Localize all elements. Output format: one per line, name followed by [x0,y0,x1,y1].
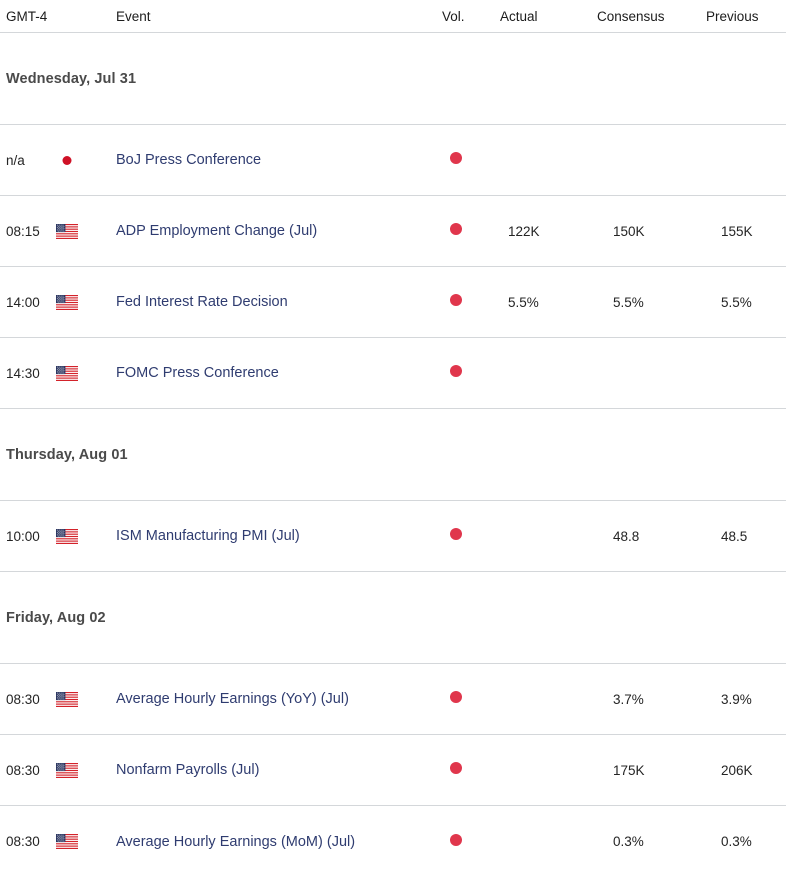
volatility-dot-icon [450,294,462,306]
event-time: 08:30 [6,762,40,778]
event-time: n/a [6,152,25,168]
calendar-body: Wednesday, Jul 31 n/a BoJ Press Conferenc… [0,33,786,877]
usa-flag-icon [56,691,78,707]
volatility-cell [440,151,496,169]
previous-value: 155K [721,223,753,239]
usa-flag-icon [56,834,78,849]
column-header-event: Event [116,8,151,24]
volatility-cell [440,222,496,240]
date-label: Thursday, Aug 01 [6,446,128,463]
country-flag-cell [56,528,110,544]
event-name-link[interactable]: ISM Manufacturing PMI (Jul) [110,528,440,544]
volatility-dot-icon [450,762,462,774]
column-header-previous: Previous [706,8,759,24]
country-flag-cell [56,294,110,310]
country-flag-cell [56,152,110,168]
calendar-header-row: GMT-4 Event Vol. Actual Consensus Previo… [0,0,786,33]
event-name-link[interactable]: Average Hourly Earnings (MoM) (Jul) [110,834,440,850]
previous-value: 48.5 [721,528,748,544]
event-time: 14:30 [6,365,40,381]
table-row[interactable]: 14:00 Fed Interest Rate Decision 5.5% 5.… [0,267,786,338]
column-header-consensus: Consensus [597,8,665,24]
volatility-dot-icon [450,833,462,846]
volatility-dot-icon [450,152,462,164]
volatility-cell [440,761,496,779]
date-section-header: Wednesday, Jul 31 [0,33,786,125]
table-row[interactable]: 08:15 ADP Employment Change (Jul) 122K 1… [0,196,786,267]
event-time: 08:30 [6,834,40,849]
japan-flag-icon [56,152,78,168]
date-label: Wednesday, Jul 31 [6,70,137,87]
country-flag-cell [56,762,110,778]
volatility-cell [440,293,496,311]
volatility-cell [440,690,496,708]
event-name-link[interactable]: FOMC Press Conference [110,365,440,381]
consensus-value: 5.5% [613,294,644,310]
country-flag-cell [56,223,110,239]
table-row[interactable]: 08:30 Average Hourly Earnings ( [0,806,786,877]
column-header-actual: Actual [500,8,538,24]
column-header-time: GMT-4 [6,8,48,24]
consensus-value: 150K [613,223,645,239]
consensus-value: 48.8 [613,528,640,544]
usa-flag-icon [56,762,78,778]
event-time: 14:00 [6,294,40,310]
usa-flag-icon [56,365,78,381]
event-name-link[interactable]: ADP Employment Change (Jul) [110,223,440,239]
usa-flag-icon [56,223,78,239]
volatility-cell [440,364,496,382]
table-row[interactable]: 08:30 Average Hourly Earnings ( [0,664,786,735]
table-row[interactable]: 08:30 Nonfarm Payrolls (Jul) 175K 206K [0,735,786,806]
usa-flag-icon [56,528,78,544]
volatility-dot-icon [450,691,462,703]
volatility-dot-icon [450,365,462,377]
date-section-header: Friday, Aug 02 [0,572,786,664]
country-flag-cell [56,691,110,707]
volatility-dot-icon [450,223,462,235]
table-row[interactable]: n/a BoJ Press Conference [0,125,786,196]
table-row[interactable]: 14:30 FOMC Press Conference [0,338,786,409]
event-time: 10:00 [6,528,40,544]
economic-calendar: GMT-4 Event Vol. Actual Consensus Previo… [0,0,786,877]
date-label: Friday, Aug 02 [6,609,106,626]
event-name-link[interactable]: BoJ Press Conference [110,152,440,168]
event-name-link[interactable]: Nonfarm Payrolls (Jul) [110,762,440,778]
actual-value: 5.5% [508,294,539,310]
consensus-value: 175K [613,762,645,778]
column-header-volatility: Vol. [442,8,465,24]
volatility-cell [440,527,496,545]
country-flag-cell [56,365,110,381]
previous-value: 5.5% [721,294,752,310]
usa-flag-icon [56,294,78,310]
previous-value: 3.9% [721,691,752,707]
consensus-value: 3.7% [613,691,644,707]
date-section-header: Thursday, Aug 01 [0,409,786,501]
event-time: 08:15 [6,223,40,239]
event-time: 08:30 [6,691,40,707]
consensus-value: 0.3% [613,834,644,849]
previous-value: 206K [721,762,753,778]
event-name-link[interactable]: Average Hourly Earnings (YoY) (Jul) [110,691,440,707]
event-name-link[interactable]: Fed Interest Rate Decision [110,294,440,310]
volatility-dot-icon [450,528,462,540]
table-row[interactable]: 10:00 ISM Manufacturing PMI (Jul) 48.8 4… [0,501,786,572]
previous-value: 0.3% [721,834,752,849]
actual-value: 122K [508,223,540,239]
volatility-cell [440,833,496,851]
country-flag-cell [56,834,110,849]
